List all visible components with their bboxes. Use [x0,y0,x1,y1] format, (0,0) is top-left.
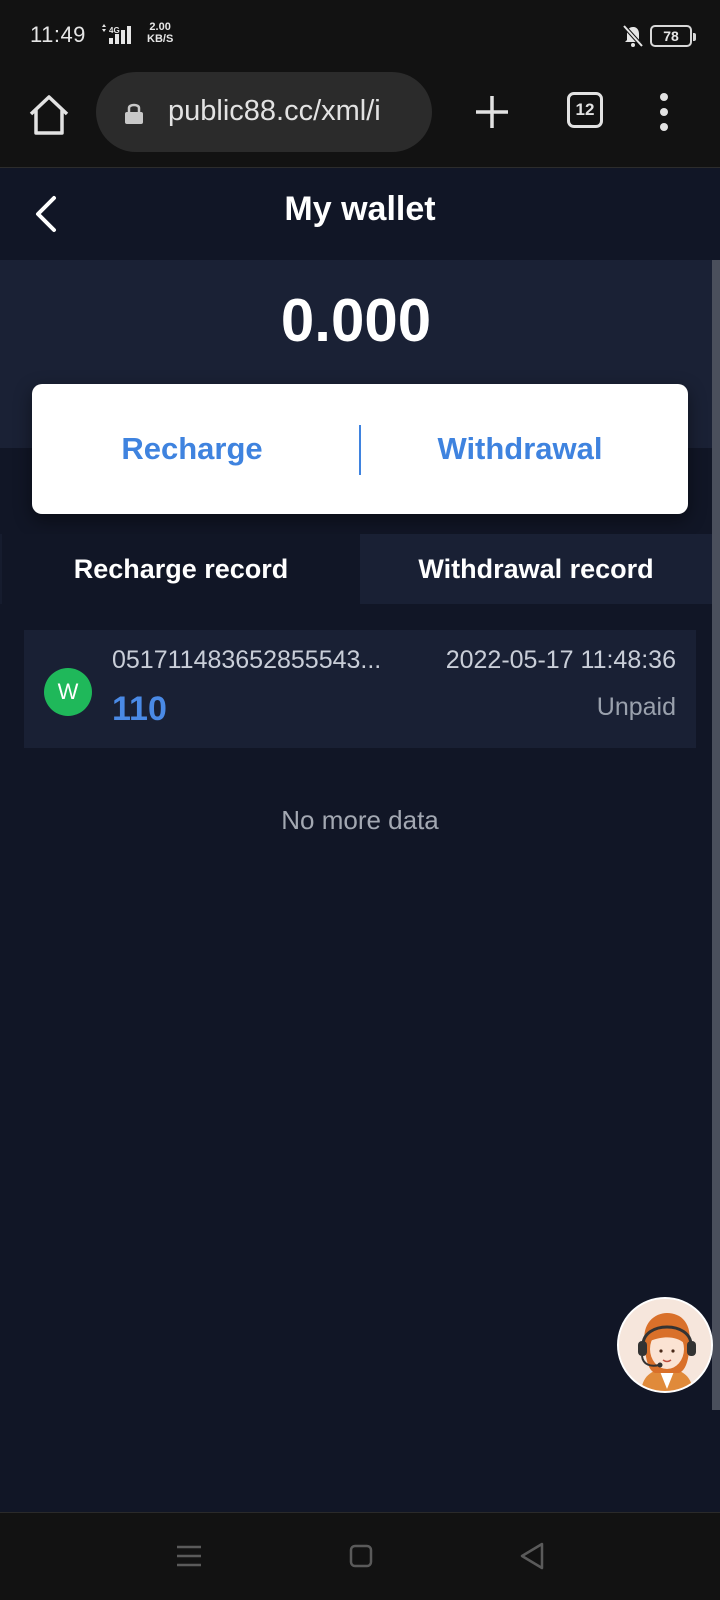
record-tabs: Recharge record Withdrawal record [0,534,712,604]
browser-toolbar: public88.cc/xml/i 12 [0,70,720,168]
app-header: My wallet [0,168,720,260]
wallet-actions-card: Recharge Withdrawal [32,384,688,514]
lock-icon [125,103,143,124]
status-time: 11:49 [30,22,86,47]
speed-unit: KB/S [147,33,174,45]
list-end-message: No more data [281,805,439,835]
address-bar[interactable]: public88.cc/xml/i [96,72,432,152]
tab-switcher-button[interactable]: 12 [567,92,603,128]
tab-recharge-record[interactable]: Recharge record [2,534,360,604]
more-menu-icon[interactable] [650,90,678,134]
status-bar: 11:49 4G 2.00 KB/S 78 [0,0,720,70]
battery-indicator: 78 [650,25,696,47]
tab-withdrawal-record[interactable]: Withdrawal record [360,534,712,604]
url-text: public88.cc/xml/i [168,95,381,127]
scrollbar[interactable] [712,260,720,1410]
withdrawal-button[interactable]: Withdrawal [360,384,680,514]
bell-muted-icon [622,24,644,48]
network-type: 4G [109,26,120,35]
speed-value: 2.00 [149,21,171,33]
recharge-button[interactable]: Recharge [32,384,352,514]
signal-icon: 4G [102,24,131,44]
home-square-icon[interactable] [349,1543,373,1569]
network-speed: 2.00 KB/S [147,21,173,45]
home-icon[interactable] [26,92,72,138]
record-order-id: 051711483652855543... [112,646,382,674]
record-status: Unpaid [596,693,676,721]
payment-method-avatar: W [44,668,92,716]
wallet-balance: 0.000 [280,287,432,354]
customer-support-button[interactable] [617,1297,713,1393]
recent-apps-icon[interactable] [176,1543,202,1569]
system-nav-bar [0,1512,720,1600]
list-item[interactable]: W 051711483652855543... 110 2022-05-17 1… [24,630,696,748]
support-agent-icon [619,1299,711,1391]
back-triangle-icon[interactable] [519,1541,545,1571]
record-datetime: 2022-05-17 11:48:36 [445,646,676,674]
page-title: My wallet [284,190,436,228]
record-amount: 110 [112,690,167,728]
new-tab-icon[interactable] [472,92,512,132]
